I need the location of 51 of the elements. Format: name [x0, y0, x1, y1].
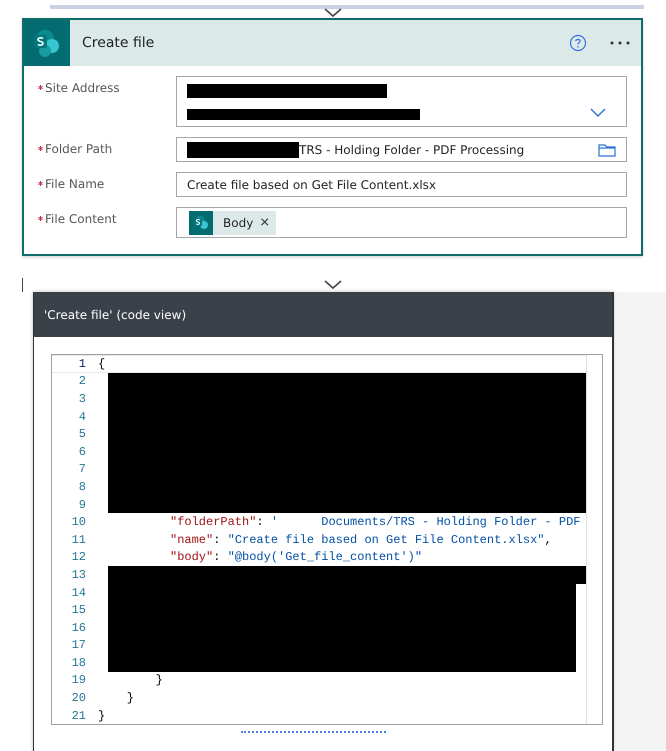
- line-number: 17: [70, 638, 87, 652]
- line-number: 3: [78, 392, 87, 406]
- line-number: 18: [70, 656, 87, 670]
- field-value: TRS - Holding Folder - PDF Processing: [299, 142, 524, 156]
- token-label: Body: [223, 216, 254, 230]
- remove-token-button[interactable]: ×: [259, 215, 270, 230]
- line-number: 9: [78, 498, 87, 512]
- line-number: 8: [78, 480, 87, 494]
- card-header[interactable]: Create file: [24, 20, 641, 66]
- code-line: "body": "@body('Get_file_content')": [169, 550, 422, 564]
- line-number: 19: [70, 673, 87, 688]
- field-label: File Content: [45, 212, 117, 226]
- line-number: 7: [78, 462, 87, 476]
- more-icon[interactable]: [609, 40, 631, 46]
- line-number: 6: [78, 444, 87, 459]
- arrow-down-icon: [324, 280, 342, 290]
- line-number: 12: [70, 550, 87, 564]
- line-number: 21: [70, 708, 87, 723]
- file-name-field[interactable]: Create file based on Get File Content.xlsx: [176, 172, 627, 197]
- line-number: 2: [78, 374, 87, 388]
- site-address-dropdown[interactable]: [176, 76, 627, 127]
- field-label: File Name: [45, 177, 104, 191]
- chevron-down-icon: [590, 108, 606, 117]
- field-label: Folder Path: [45, 142, 112, 156]
- code-line: {: [98, 356, 106, 371]
- panel-title: 'Create file' (code view): [44, 308, 186, 322]
- line-number: 13: [70, 568, 87, 582]
- line-number: 14: [70, 586, 87, 600]
- code-line: }: [154, 673, 163, 688]
- field-label: Site Address: [45, 81, 120, 95]
- card-title: Create file: [82, 35, 156, 51]
- code-line: "folderPath": ' Documents/TRS - Holding Folder - PDF: [169, 515, 580, 530]
- code-line: }: [98, 708, 106, 723]
- line-number: 20: [70, 691, 87, 706]
- code-line: "name": "Create file based on Get File Content.xlsx",: [169, 532, 552, 547]
- file-content-field[interactable]: Body ×: [176, 207, 627, 238]
- folder-icon[interactable]: [598, 142, 616, 156]
- line-number: 11: [70, 532, 87, 547]
- code-line: }: [126, 691, 134, 706]
- line-number: 10: [70, 515, 87, 530]
- line-number: 1: [78, 356, 87, 371]
- field-value: Create file based on Get File Content.xlsx: [187, 178, 436, 192]
- line-number: 15: [70, 603, 87, 618]
- line-number: 4: [78, 410, 87, 424]
- help-icon[interactable]: [569, 34, 587, 52]
- arrow-down-icon: [324, 8, 342, 18]
- folder-path-field[interactable]: TRS - Holding Folder - PDF Processing: [176, 137, 627, 162]
- line-number: 16: [70, 620, 87, 635]
- dynamic-content-token[interactable]: Body ×: [189, 210, 276, 234]
- sharepoint-icon: [189, 210, 213, 234]
- line-number: 5: [78, 427, 87, 442]
